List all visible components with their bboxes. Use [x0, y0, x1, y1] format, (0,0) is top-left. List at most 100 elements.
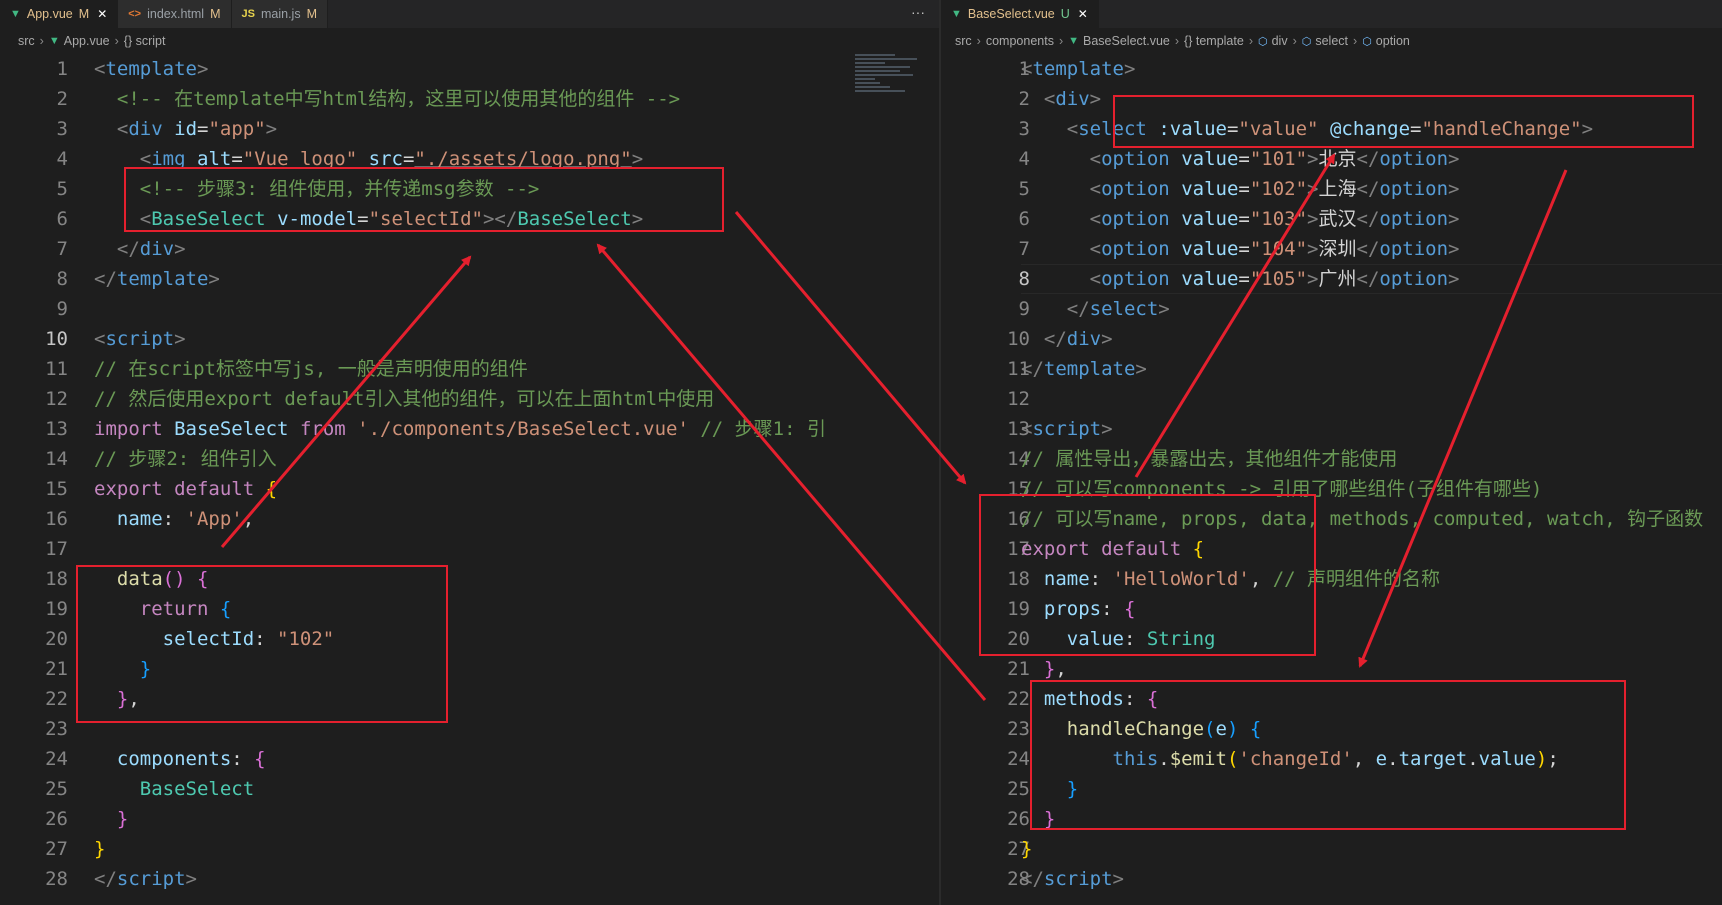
code-token: template: [1043, 358, 1136, 380]
tab-app-vue[interactable]: ▼ App.vue M ✕: [0, 0, 119, 28]
code-text: <template>: [94, 54, 208, 84]
close-icon[interactable]: ✕: [1078, 7, 1088, 21]
code-line[interactable]: 17: [0, 534, 939, 564]
line-number: 2: [1018, 88, 1030, 110]
right-tab-bar: ▼ BaseSelect.vue U ✕: [941, 0, 1722, 28]
code-line[interactable]: 4 <option value="101">北京</option>: [941, 144, 1722, 174]
code-line[interactable]: 7 <option value="104">深圳</option>: [941, 234, 1722, 264]
code-token: option: [1101, 238, 1170, 260]
tab-main-js[interactable]: JS main.js M: [231, 0, 328, 28]
breadcrumb-item[interactable]: src: [18, 34, 35, 48]
code-token: script: [1043, 868, 1113, 890]
tab-baseselect-vue[interactable]: ▼ BaseSelect.vue U ✕: [941, 0, 1099, 28]
code-line[interactable]: 9: [0, 294, 939, 324]
code-line[interactable]: 10 </div>: [941, 324, 1722, 354]
line-number: 24: [45, 748, 68, 770]
line-number: 7: [1018, 238, 1030, 260]
breadcrumb-item[interactable]: div: [1272, 34, 1288, 48]
code-line[interactable]: 27}: [941, 834, 1722, 864]
close-icon[interactable]: ✕: [97, 7, 107, 21]
breadcrumb-item[interactable]: {} template: [1184, 34, 1244, 48]
code-token: </: [116, 238, 140, 260]
code-line[interactable]: 8 </template>: [0, 264, 939, 294]
chevron-right-icon: ›: [1248, 34, 1253, 48]
code-line[interactable]: 13 import BaseSelect from './components/B…: [0, 414, 939, 444]
code-text: </div>: [1021, 324, 1113, 354]
code-token: {: [254, 748, 266, 770]
code-line[interactable]: 10 <script>: [0, 324, 939, 354]
code-line[interactable]: 1 <template>: [941, 54, 1722, 84]
line-number: 6: [1018, 208, 1030, 230]
code-token: >: [1101, 328, 1113, 350]
code-line[interactable]: 1 <template>: [0, 54, 939, 84]
code-token: >: [1123, 58, 1136, 80]
line-number: 2: [56, 88, 68, 110]
breadcrumb-item[interactable]: BaseSelect.vue: [1083, 34, 1170, 48]
code-token: option: [1101, 208, 1170, 230]
code-token: }: [116, 808, 129, 830]
code-text: <option value="104">深圳</option>: [1021, 234, 1460, 264]
line-number: 13: [1007, 418, 1030, 440]
code-line[interactable]: 3 <div id="app">: [0, 114, 939, 144]
code-token: // 步骤2: 组件引入: [94, 448, 277, 470]
modified-mark: M: [210, 7, 221, 21]
code-line[interactable]: 15 export default {: [0, 474, 939, 504]
code-line[interactable]: 11 </template>: [941, 354, 1722, 384]
code-line[interactable]: 8 <option value="105">广州</option>: [941, 264, 1722, 294]
code-line[interactable]: 24 components: {: [0, 744, 939, 774]
code-line[interactable]: 2 <!-- 在template中写html结构，这里可以使用其他的组件 -->: [0, 84, 939, 114]
breadcrumb-item[interactable]: src: [955, 34, 972, 48]
line-number: 18: [45, 568, 68, 590]
line-number: 7: [56, 238, 68, 260]
code-token: <: [94, 328, 106, 350]
breadcrumb-item[interactable]: components: [986, 34, 1054, 48]
code-line[interactable]: 14 // 步骤2: 组件引入: [0, 444, 939, 474]
code-token: 'App': [185, 508, 243, 530]
code-line[interactable]: 6 <option value="103">武汉</option>: [941, 204, 1722, 234]
code-text: // 步骤2: 组件引入: [94, 444, 277, 474]
code-line[interactable]: 11 // 在script标签中写js, 一般是声明使用的组件: [0, 354, 939, 384]
minimap[interactable]: [855, 54, 927, 134]
code-token: >: [1089, 88, 1102, 110]
code-token: >: [1135, 358, 1147, 380]
annotation-box-component-usage: [124, 167, 724, 232]
code-line[interactable]: 13 <script>: [941, 414, 1722, 444]
code-line[interactable]: 12 // 然后使用export default引入其他的组件，可以在上面html…: [0, 384, 939, 414]
code-line[interactable]: 27}: [0, 834, 939, 864]
code-line[interactable]: 14// 属性导出，暴露出去，其他组件才能使用: [941, 444, 1722, 474]
more-actions-icon[interactable]: ···: [911, 4, 925, 20]
code-line[interactable]: 28 </script>: [0, 864, 939, 894]
code-token: =: [1238, 148, 1250, 170]
line-number: 11: [45, 358, 68, 380]
tab-index-html[interactable]: <> index.html M: [118, 0, 232, 28]
code-line[interactable]: 5 <option value="102">上海</option>: [941, 174, 1722, 204]
code-line[interactable]: 16 name: 'App',: [0, 504, 939, 534]
breadcrumb-item[interactable]: {} script: [124, 34, 166, 48]
code-line[interactable]: 7 </div>: [0, 234, 939, 264]
annotation-box-props: [979, 494, 1316, 656]
code-line[interactable]: 9 </select>: [941, 294, 1722, 324]
breadcrumb-item[interactable]: App.vue: [64, 34, 110, 48]
tab-label: main.js: [260, 7, 301, 21]
code-token: 北京: [1318, 148, 1357, 170]
breadcrumb-item[interactable]: select: [1315, 34, 1348, 48]
line-number: 15: [45, 478, 68, 500]
code-text: </div>: [94, 234, 186, 264]
code-token: template: [1032, 58, 1124, 80]
breadcrumb-item[interactable]: option: [1376, 34, 1410, 48]
code-token: :: [162, 508, 186, 530]
line-number: 25: [1007, 778, 1030, 800]
code-line[interactable]: 28 </script>: [941, 864, 1722, 894]
code-line[interactable]: 26 }: [0, 804, 939, 834]
code-text: </template>: [94, 264, 220, 294]
code-line[interactable]: 25 BaseSelect: [0, 774, 939, 804]
code-text: <script>: [1021, 414, 1113, 444]
code-line[interactable]: 12: [941, 384, 1722, 414]
modified-mark: M: [306, 7, 317, 21]
code-text: export default {: [94, 474, 277, 504]
code-token: 武汉: [1318, 208, 1357, 230]
